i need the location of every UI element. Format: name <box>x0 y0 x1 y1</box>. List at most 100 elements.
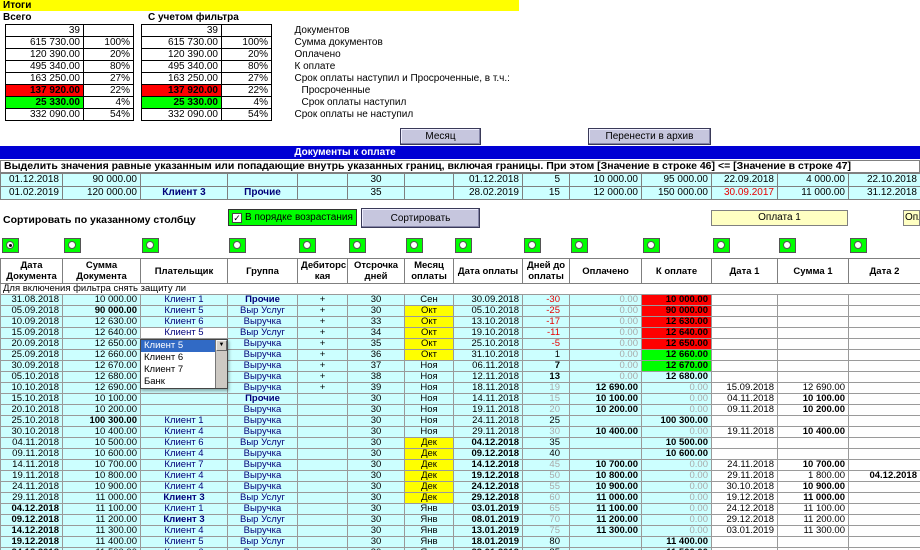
table-cell[interactable]: Ноя <box>404 360 454 372</box>
table-cell[interactable]: Выручка <box>227 316 298 328</box>
table-cell[interactable]: 12 690.00 <box>62 382 141 394</box>
table-cell[interactable]: 0.00 <box>569 349 642 361</box>
table-cell[interactable] <box>711 294 778 306</box>
table-cell[interactable]: + <box>297 294 348 306</box>
table-cell[interactable]: -5 <box>522 338 570 350</box>
table-cell[interactable]: 10 700.00 <box>569 459 642 471</box>
table-cell[interactable] <box>711 305 778 317</box>
filter-cell[interactable]: 01.12.2018 <box>453 173 523 187</box>
table-cell[interactable]: 11 000.00 <box>569 492 642 504</box>
table-cell[interactable]: 0.00 <box>641 492 712 504</box>
dropdown-item[interactable]: Клиент 5 <box>141 340 215 352</box>
table-cell[interactable]: 12.11.2018 <box>453 371 523 383</box>
table-cell[interactable]: 90 000.00 <box>62 305 141 317</box>
table-cell[interactable]: 30 <box>347 437 405 449</box>
filter-cell[interactable]: 30 <box>347 173 405 187</box>
table-cell[interactable] <box>848 371 920 383</box>
table-cell[interactable] <box>297 393 348 405</box>
filter-cell[interactable]: 4 000.00 <box>777 173 849 187</box>
table-cell[interactable]: 09.12.2018 <box>453 448 523 460</box>
table-cell[interactable]: Дек <box>404 492 454 504</box>
table-cell[interactable]: -30 <box>522 294 570 306</box>
table-cell[interactable]: 30.09.2018 <box>453 294 523 306</box>
table-cell[interactable]: Янв <box>404 536 454 548</box>
table-cell[interactable]: Дек <box>404 459 454 471</box>
table-cell[interactable]: 30.10.2018 <box>0 426 63 438</box>
table-cell[interactable]: Клиент 4 <box>140 448 228 460</box>
table-cell[interactable] <box>848 503 920 515</box>
table-cell[interactable] <box>297 536 348 548</box>
column-select-radio[interactable] <box>299 238 316 253</box>
table-cell[interactable]: 10 200.00 <box>62 404 141 416</box>
column-select-radio[interactable] <box>713 238 730 253</box>
table-cell[interactable]: 10 000.00 <box>62 294 141 306</box>
dropdown-arrow-icon[interactable]: ▼ <box>216 340 227 351</box>
table-cell[interactable]: 20 <box>522 404 570 416</box>
table-cell[interactable] <box>848 481 920 493</box>
table-cell[interactable]: Ноя <box>404 415 454 427</box>
table-cell[interactable]: 0.00 <box>641 426 712 438</box>
table-cell[interactable]: Выручка <box>227 404 298 416</box>
table-cell[interactable]: 55 <box>522 481 570 493</box>
table-cell[interactable] <box>297 525 348 537</box>
filter-cell[interactable]: 95 000.00 <box>641 173 712 187</box>
table-cell[interactable]: 04.11.2018 <box>711 393 778 405</box>
table-cell[interactable]: 65 <box>522 503 570 515</box>
table-cell[interactable] <box>297 415 348 427</box>
table-cell[interactable]: 90 000.00 <box>641 305 712 317</box>
filter-cell[interactable]: 15 <box>522 186 570 200</box>
table-cell[interactable]: 0.00 <box>641 459 712 471</box>
table-cell[interactable]: 0.00 <box>641 382 712 394</box>
table-cell[interactable]: Выр Услуг <box>227 536 298 548</box>
table-cell[interactable]: 30 <box>347 294 405 306</box>
table-cell[interactable]: 12 680.00 <box>641 371 712 383</box>
table-cell[interactable] <box>777 360 849 372</box>
table-cell[interactable]: 09.11.2018 <box>0 448 63 460</box>
table-cell[interactable]: 12 690.00 <box>777 382 849 394</box>
table-cell[interactable]: 10 900.00 <box>569 481 642 493</box>
filter-cell[interactable]: 31.12.2018 <box>848 186 920 200</box>
column-select-radio[interactable] <box>643 238 660 253</box>
table-cell[interactable] <box>777 294 849 306</box>
column-select-radio[interactable] <box>142 238 159 253</box>
table-cell[interactable]: 10 100.00 <box>62 393 141 405</box>
table-cell[interactable]: Дек <box>404 448 454 460</box>
column-select-radio[interactable] <box>349 238 366 253</box>
table-cell[interactable] <box>848 327 920 339</box>
table-cell[interactable]: 75 <box>522 525 570 537</box>
table-cell[interactable]: 29.12.2018 <box>711 514 778 526</box>
filter-cell[interactable]: 5 <box>522 173 570 187</box>
table-cell[interactable]: Окт <box>404 327 454 339</box>
table-cell[interactable]: 12 690.00 <box>569 382 642 394</box>
table-cell[interactable]: 11 000.00 <box>777 492 849 504</box>
table-cell[interactable]: 05.09.2018 <box>0 305 63 317</box>
table-cell[interactable]: Ноя <box>404 371 454 383</box>
table-cell[interactable]: 12 630.00 <box>641 316 712 328</box>
table-cell[interactable]: 14.11.2018 <box>0 459 63 471</box>
table-cell[interactable]: 14.12.2018 <box>0 525 63 537</box>
table-cell[interactable]: Дек <box>404 437 454 449</box>
table-cell[interactable]: 39 <box>347 382 405 394</box>
table-cell[interactable]: 10 400.00 <box>62 426 141 438</box>
table-cell[interactable]: 10 100.00 <box>777 393 849 405</box>
table-cell[interactable]: Ноя <box>404 404 454 416</box>
table-cell[interactable] <box>297 470 348 482</box>
table-cell[interactable]: 24.12.2018 <box>453 481 523 493</box>
table-cell[interactable] <box>777 338 849 350</box>
table-cell[interactable]: 11 100.00 <box>777 503 849 515</box>
table-cell[interactable]: 31.08.2018 <box>0 294 63 306</box>
table-cell[interactable] <box>848 536 920 548</box>
table-cell[interactable] <box>777 327 849 339</box>
table-cell[interactable]: Выручка <box>227 481 298 493</box>
sort-button[interactable]: Сортировать <box>361 208 480 228</box>
table-cell[interactable] <box>297 481 348 493</box>
table-cell[interactable]: 10 500.00 <box>641 437 712 449</box>
table-cell[interactable]: Клиент 4 <box>140 426 228 438</box>
table-cell[interactable]: Клиент 6 <box>140 437 228 449</box>
table-cell[interactable]: 24.11.2018 <box>0 481 63 493</box>
table-cell[interactable]: 100 300.00 <box>641 415 712 427</box>
table-cell[interactable]: Выр Услуг <box>227 514 298 526</box>
table-cell[interactable]: 29.11.2018 <box>711 470 778 482</box>
table-cell[interactable]: 08.01.2019 <box>453 514 523 526</box>
table-cell[interactable]: 18.01.2019 <box>453 536 523 548</box>
